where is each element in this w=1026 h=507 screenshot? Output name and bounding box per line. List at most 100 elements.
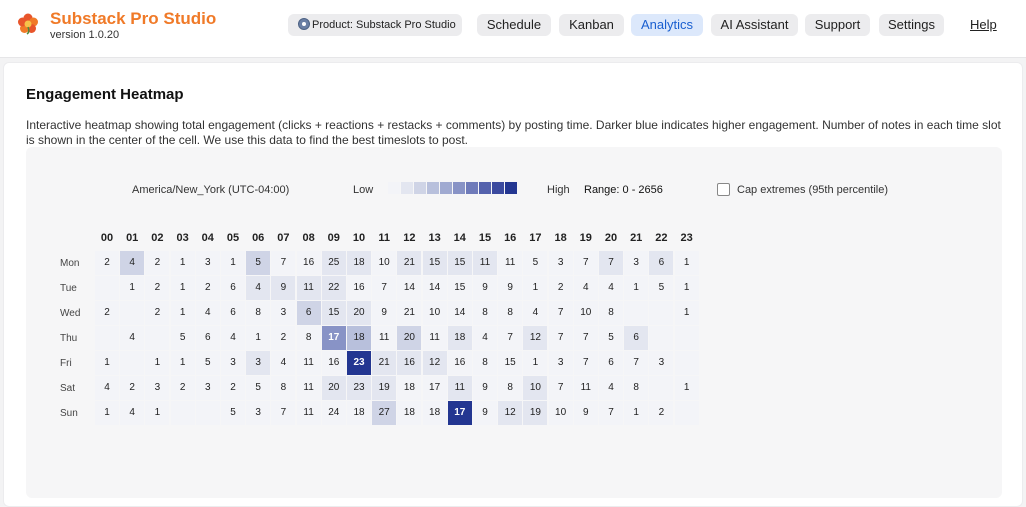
heatmap-cell[interactable]: 11	[447, 376, 472, 400]
heatmap-cell[interactable]: 3	[548, 251, 573, 275]
cap-extremes-checkbox[interactable]	[717, 183, 730, 196]
heatmap-cell[interactable]: 18	[447, 326, 472, 350]
heatmap-cell[interactable]: 1	[674, 301, 699, 325]
heatmap-cell[interactable]: 25	[321, 251, 346, 275]
heatmap-cell[interactable]: 1	[95, 351, 119, 375]
heatmap-cell[interactable]: 4	[95, 376, 119, 400]
heatmap-cell[interactable]: 8	[498, 301, 523, 325]
heatmap-cell[interactable]: 4	[573, 276, 598, 300]
heatmap-cell[interactable]: 9	[473, 401, 497, 425]
heatmap-cell[interactable]: 3	[145, 376, 170, 400]
heatmap-cell[interactable]: 2	[145, 301, 170, 325]
heatmap-cell[interactable]: 11	[296, 276, 321, 300]
heatmap-cell[interactable]: 7	[271, 251, 296, 275]
product-selector-button[interactable]: Product: Substack Pro Studio	[288, 14, 462, 36]
heatmap-cell[interactable]: 11	[422, 326, 447, 350]
heatmap-cell[interactable]: 8	[296, 326, 321, 350]
heatmap-cell[interactable]: 10	[422, 301, 447, 325]
heatmap-cell[interactable]	[674, 401, 699, 425]
nav-kanban-button[interactable]: Kanban	[559, 14, 624, 36]
heatmap-cell[interactable]: 21	[397, 251, 422, 275]
heatmap-cell[interactable]: 2	[95, 301, 119, 325]
heatmap-cell[interactable]: 11	[296, 351, 321, 375]
heatmap-cell[interactable]: 4	[599, 276, 623, 300]
heatmap-cell[interactable]: 16	[321, 351, 346, 375]
heatmap-cell[interactable]: 9	[271, 276, 296, 300]
heatmap-cell[interactable]: 2	[548, 276, 573, 300]
heatmap-cell[interactable]: 1	[674, 276, 699, 300]
heatmap-cell[interactable]	[120, 301, 145, 325]
heatmap-cell[interactable]	[624, 301, 649, 325]
heatmap-cell[interactable]: 5	[649, 276, 674, 300]
heatmap-cell[interactable]: 5	[523, 251, 548, 275]
heatmap-cell[interactable]: 7	[573, 326, 598, 350]
heatmap-cell[interactable]: 4	[221, 326, 245, 350]
heatmap-cell[interactable]: 3	[195, 376, 220, 400]
heatmap-cell[interactable]: 7	[573, 251, 598, 275]
heatmap-cell[interactable]: 4	[120, 326, 145, 350]
heatmap-cell[interactable]: 1	[170, 251, 195, 275]
heatmap-cell[interactable]: 20	[321, 376, 346, 400]
heatmap-cell[interactable]	[649, 376, 674, 400]
heatmap-cell[interactable]: 11	[573, 376, 598, 400]
heatmap-cell[interactable]: 2	[195, 276, 220, 300]
heatmap-cell[interactable]: 2	[145, 251, 170, 275]
heatmap-cell[interactable]: 23	[347, 376, 371, 400]
heatmap-cell[interactable]: 9	[473, 376, 497, 400]
heatmap-cell[interactable]: 15	[447, 251, 472, 275]
help-link[interactable]: Help	[970, 17, 997, 32]
heatmap-cell[interactable]: 9	[573, 401, 598, 425]
heatmap-cell[interactable]	[95, 326, 119, 350]
heatmap-cell[interactable]: 1	[145, 351, 170, 375]
heatmap-cell[interactable]: 11	[296, 376, 321, 400]
heatmap-cell[interactable]: 10	[548, 401, 573, 425]
heatmap-cell[interactable]: 8	[498, 376, 523, 400]
heatmap-cell[interactable]: 1	[624, 276, 649, 300]
heatmap-cell[interactable]: 5	[170, 326, 195, 350]
heatmap-cell[interactable]: 11	[296, 401, 321, 425]
heatmap-cell[interactable]: 6	[624, 326, 649, 350]
heatmap-cell[interactable]: 2	[95, 251, 119, 275]
heatmap-cell[interactable]: 8	[271, 376, 296, 400]
heatmap-cell[interactable]	[170, 401, 195, 425]
heatmap-cell[interactable]: 7	[624, 351, 649, 375]
heatmap-cell[interactable]: 2	[221, 376, 245, 400]
heatmap-cell[interactable]: 16	[397, 351, 422, 375]
heatmap-cell[interactable]: 20	[397, 326, 422, 350]
heatmap-cell[interactable]	[195, 401, 220, 425]
heatmap-cell[interactable]: 4	[120, 401, 145, 425]
heatmap-cell[interactable]: 3	[548, 351, 573, 375]
nav-settings-button[interactable]: Settings	[879, 14, 944, 36]
heatmap-cell[interactable]: 4	[473, 326, 497, 350]
heatmap-cell[interactable]: 21	[397, 301, 422, 325]
heatmap-cell[interactable]: 15	[447, 276, 472, 300]
heatmap-cell[interactable]: 5	[221, 401, 245, 425]
heatmap-cell[interactable]: 6	[599, 351, 623, 375]
heatmap-cell[interactable]: 17	[447, 401, 472, 425]
heatmap-cell[interactable]: 17	[321, 326, 346, 350]
nav-analytics-button[interactable]: Analytics	[631, 14, 703, 36]
heatmap-cell[interactable]: 10	[523, 376, 548, 400]
heatmap-cell[interactable]: 1	[246, 326, 271, 350]
heatmap-cell[interactable]	[145, 326, 170, 350]
heatmap-cell[interactable]: 5	[195, 351, 220, 375]
heatmap-cell[interactable]: 7	[573, 351, 598, 375]
heatmap-cell[interactable]: 14	[397, 276, 422, 300]
heatmap-cell[interactable]: 10	[372, 251, 397, 275]
heatmap-cell[interactable]: 3	[624, 251, 649, 275]
heatmap-cell[interactable]: 10	[573, 301, 598, 325]
heatmap-cell[interactable]	[649, 301, 674, 325]
heatmap-cell[interactable]: 18	[422, 401, 447, 425]
heatmap-cell[interactable]: 6	[221, 301, 245, 325]
heatmap-cell[interactable]: 2	[170, 376, 195, 400]
heatmap-cell[interactable]: 20	[347, 301, 371, 325]
heatmap-cell[interactable]: 4	[246, 276, 271, 300]
heatmap-cell[interactable]: 1	[523, 351, 548, 375]
heatmap-cell[interactable]	[674, 326, 699, 350]
heatmap-cell[interactable]: 16	[347, 276, 371, 300]
heatmap-cell[interactable]: 9	[473, 276, 497, 300]
heatmap-cell[interactable]: 23	[347, 351, 371, 375]
heatmap-cell[interactable]: 19	[523, 401, 548, 425]
heatmap-cell[interactable]: 1	[170, 301, 195, 325]
heatmap-cell[interactable]: 7	[498, 326, 523, 350]
